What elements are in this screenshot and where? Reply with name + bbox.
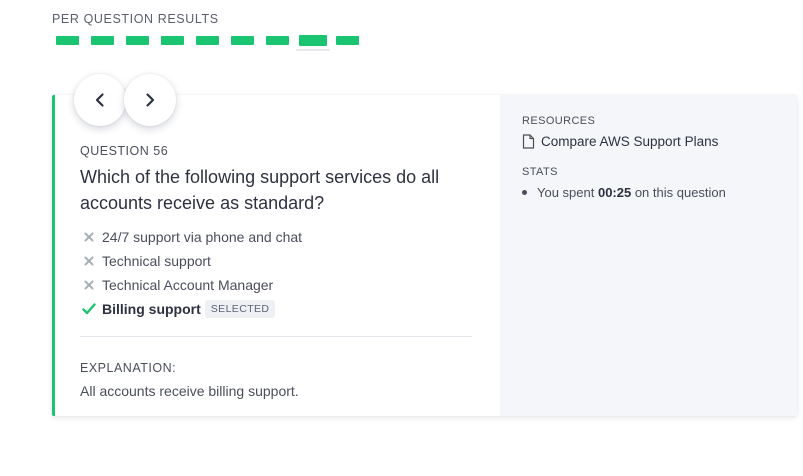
resource-link[interactable]: Compare AWS Support Plans — [522, 134, 718, 149]
active-dash-indicator — [296, 49, 330, 51]
question-result-dash[interactable] — [91, 36, 114, 45]
explanation-text: All accounts receive billing support. — [80, 383, 299, 399]
stats-time-spent: You spent 00:25 on this question — [522, 185, 726, 200]
resources-title: RESOURCES — [522, 115, 596, 127]
previous-question-button[interactable] — [74, 74, 126, 126]
question-result-dash[interactable] — [161, 36, 184, 45]
question-number: QUESTION 56 — [80, 144, 169, 158]
stats-time: 00:25 — [597, 185, 632, 200]
answer-item: 24/7 support via phone and chat — [82, 225, 302, 249]
results-title: PER QUESTION RESULTS — [52, 12, 219, 26]
answer-item: Technical support — [82, 249, 302, 273]
question-result-dash[interactable] — [231, 36, 254, 45]
divider — [80, 336, 472, 337]
explanation-title: EXPLANATION: — [80, 361, 177, 375]
x-icon — [82, 254, 96, 268]
answer-text: Technical support — [102, 253, 211, 269]
answer-text: Technical Account Manager — [102, 277, 274, 293]
x-icon — [82, 230, 96, 244]
answer-item: Technical Account Manager — [82, 273, 302, 297]
question-result-dash[interactable] — [126, 36, 149, 45]
check-icon — [82, 302, 96, 316]
question-text: Which of the following support services … — [80, 167, 440, 213]
stats-prefix: You spent — [537, 185, 598, 200]
question-result-dash[interactable] — [196, 36, 219, 45]
answer-text: 24/7 support via phone and chat — [102, 229, 303, 245]
resource-link-label[interactable]: Compare AWS Support Plans — [541, 134, 718, 149]
question-result-dash[interactable] — [336, 36, 359, 45]
chevron-right-icon — [146, 93, 155, 107]
next-question-button[interactable] — [124, 74, 176, 126]
chevron-left-icon — [95, 93, 104, 107]
x-icon — [82, 278, 96, 292]
question-result-dash[interactable] — [299, 35, 327, 46]
stats-title: STATS — [522, 166, 558, 178]
question-result-dash[interactable] — [56, 36, 79, 45]
answer-text: Billing support — [102, 301, 201, 317]
selected-badge: SELECTED — [204, 300, 276, 318]
stats-suffix: on this question — [631, 185, 726, 200]
bullet — [522, 190, 527, 195]
answer-list: 24/7 support via phone and chat Technica… — [82, 225, 302, 321]
question-result-dash[interactable] — [266, 36, 289, 45]
document-icon — [522, 134, 535, 149]
answer-item-correct: Billing support SELECTED — [82, 297, 302, 321]
